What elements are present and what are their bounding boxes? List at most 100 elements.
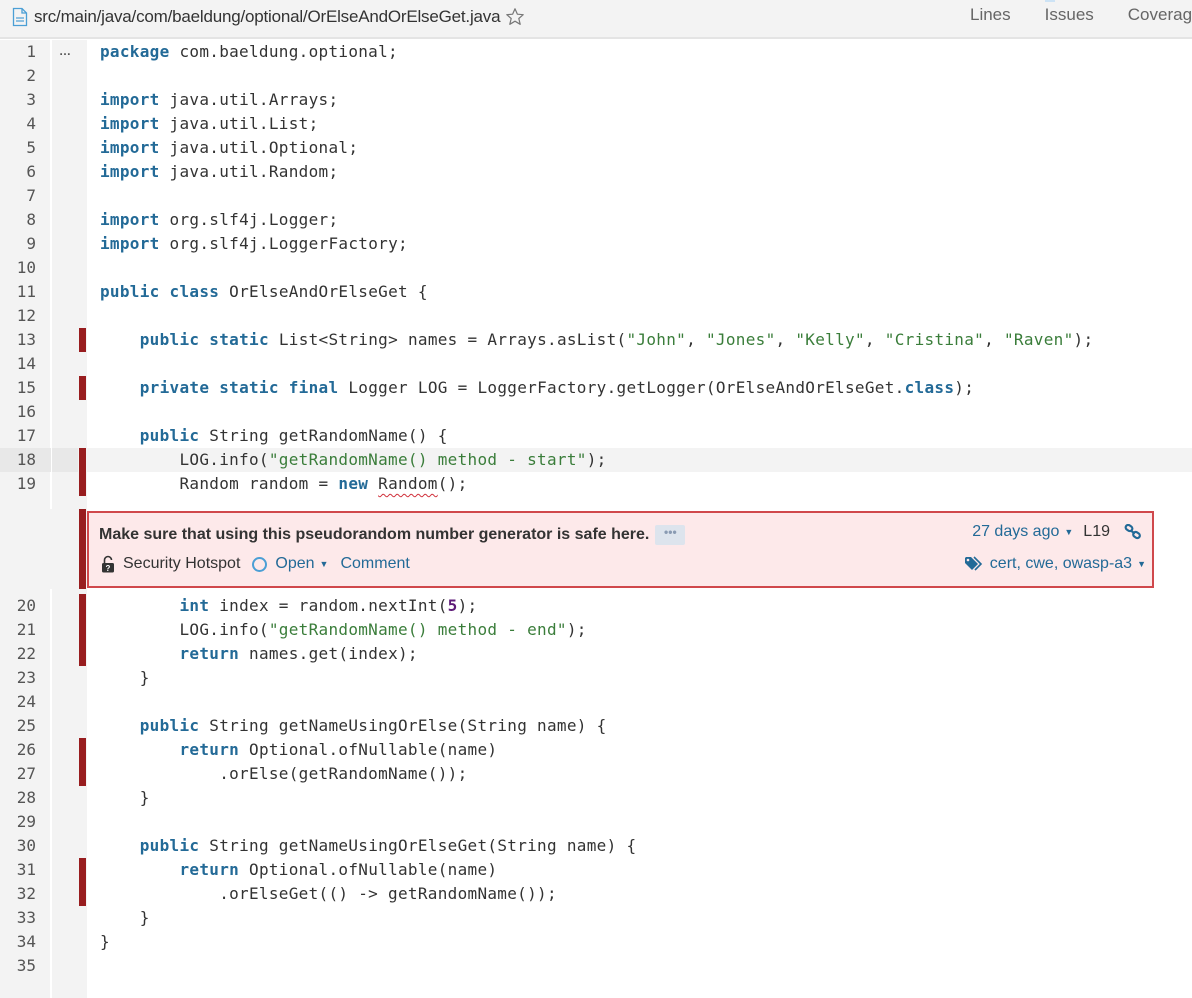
scm-cell[interactable] (52, 256, 78, 280)
code-text: LOG.info("getRandomName() method - end")… (87, 618, 1192, 642)
scm-cell[interactable] (52, 954, 78, 978)
line-number[interactable]: 14 (0, 352, 51, 376)
scm-cell[interactable] (52, 472, 78, 496)
scm-cell[interactable] (52, 642, 78, 666)
line-number[interactable]: 13 (0, 328, 51, 352)
scm-cell[interactable] (52, 858, 78, 882)
line-number[interactable]: 16 (0, 400, 51, 424)
comment-button[interactable]: Comment (340, 555, 409, 573)
file-path[interactable]: src/main/java/com/baeldung/optional/OrEl… (34, 7, 501, 27)
scm-expand-button[interactable]: … (52, 40, 78, 64)
coverage-bar-uncovered[interactable] (79, 594, 86, 618)
line-number[interactable]: 18 (0, 448, 51, 472)
line-number[interactable]: 34 (0, 930, 51, 954)
line-number[interactable]: 17 (0, 424, 51, 448)
coverage-bar-uncovered[interactable] (79, 376, 86, 400)
more-button[interactable]: ••• (655, 525, 686, 545)
scm-cell[interactable] (52, 184, 78, 208)
scm-cell[interactable] (52, 304, 78, 328)
scm-cell[interactable] (52, 352, 78, 376)
line-number[interactable]: 35 (0, 954, 51, 978)
scm-cell[interactable] (52, 376, 78, 400)
tab-coverage[interactable]: Coverage (1128, 5, 1192, 25)
scm-cell[interactable] (52, 594, 78, 618)
code-line: 7 (0, 184, 1192, 208)
line-number[interactable]: 7 (0, 184, 51, 208)
date-dropdown[interactable]: 27 days ago ▼ (972, 523, 1073, 541)
issue-message[interactable]: Make sure that using this pseudorandom n… (99, 526, 649, 544)
line-number[interactable]: 8 (0, 208, 51, 232)
line-number[interactable]: 21 (0, 618, 51, 642)
line-number[interactable]: 11 (0, 280, 51, 304)
line-number[interactable]: 33 (0, 906, 51, 930)
scm-cell[interactable] (52, 786, 78, 810)
coverage-bar-uncovered[interactable] (79, 328, 86, 352)
line-number[interactable]: 20 (0, 594, 51, 618)
scm-cell[interactable] (52, 88, 78, 112)
coverage-bar-uncovered[interactable] (79, 738, 86, 762)
line-number[interactable]: 1 (0, 40, 51, 64)
scm-cell[interactable] (52, 834, 78, 858)
scm-cell[interactable] (52, 136, 78, 160)
coverage-bar-uncovered[interactable] (79, 472, 86, 496)
line-number[interactable]: 29 (0, 810, 51, 834)
coverage-bar-uncovered[interactable] (79, 762, 86, 786)
issue-line-ref: L19 (1083, 523, 1110, 540)
tab-lines[interactable]: Lines (970, 5, 1011, 25)
scm-cell[interactable] (52, 232, 78, 256)
scm-cell[interactable] (52, 112, 78, 136)
line-number[interactable]: 31 (0, 858, 51, 882)
scm-cell[interactable] (52, 666, 78, 690)
scm-cell[interactable] (52, 424, 78, 448)
permalink-icon[interactable] (1124, 523, 1142, 540)
scm-cell[interactable] (52, 810, 78, 834)
line-number[interactable]: 15 (0, 376, 51, 400)
line-number[interactable]: 26 (0, 738, 51, 762)
line-number[interactable]: 3 (0, 88, 51, 112)
status-label: Open (275, 555, 315, 572)
line-number[interactable]: 22 (0, 642, 51, 666)
coverage-bar-uncovered[interactable] (79, 642, 86, 666)
scm-cell[interactable] (52, 906, 78, 930)
scm-cell[interactable] (52, 690, 78, 714)
line-number[interactable]: 2 (0, 64, 51, 88)
line-number[interactable]: 25 (0, 714, 51, 738)
coverage-bar-uncovered[interactable] (79, 448, 86, 472)
scm-cell[interactable] (52, 738, 78, 762)
line-number[interactable]: 10 (0, 256, 51, 280)
scm-cell[interactable] (52, 930, 78, 954)
line-number[interactable]: 23 (0, 666, 51, 690)
line-number[interactable]: 12 (0, 304, 51, 328)
scm-cell[interactable] (52, 714, 78, 738)
scm-cell[interactable] (52, 328, 78, 352)
scm-cell[interactable] (52, 618, 78, 642)
tab-issues[interactable]: Issues (1044, 0, 1094, 25)
line-number[interactable]: 9 (0, 232, 51, 256)
line-number[interactable]: 4 (0, 112, 51, 136)
coverage-bar-uncovered[interactable] (79, 882, 86, 906)
line-number[interactable]: 19 (0, 472, 51, 496)
star-icon[interactable] (505, 7, 525, 27)
coverage-bar-uncovered[interactable] (79, 618, 86, 642)
status-dropdown[interactable]: Open ▼ (275, 555, 328, 573)
issue-box[interactable]: Make sure that using this pseudorandom n… (87, 511, 1154, 588)
line-number[interactable]: 27 (0, 762, 51, 786)
scm-cell[interactable] (52, 882, 78, 906)
coverage-bar-uncovered[interactable] (79, 858, 86, 882)
code-line: 22 return names.get(index); (0, 642, 1192, 666)
line-number[interactable]: 6 (0, 160, 51, 184)
scm-cell[interactable] (52, 64, 78, 88)
line-number[interactable]: 24 (0, 690, 51, 714)
scm-cell[interactable] (52, 400, 78, 424)
line-number[interactable]: 30 (0, 834, 51, 858)
scm-cell[interactable] (52, 448, 78, 472)
scm-cell[interactable] (52, 160, 78, 184)
scm-cell[interactable] (52, 208, 78, 232)
line-number[interactable]: 5 (0, 136, 51, 160)
line-number[interactable]: 32 (0, 882, 51, 906)
file-path-bar: src/main/java/com/baeldung/optional/OrEl… (12, 7, 525, 27)
scm-cell[interactable] (52, 762, 78, 786)
tags-dropdown[interactable]: cert, cwe, owasp-a3 ▼ (964, 555, 1146, 573)
line-number[interactable]: 28 (0, 786, 51, 810)
scm-cell[interactable] (52, 280, 78, 304)
